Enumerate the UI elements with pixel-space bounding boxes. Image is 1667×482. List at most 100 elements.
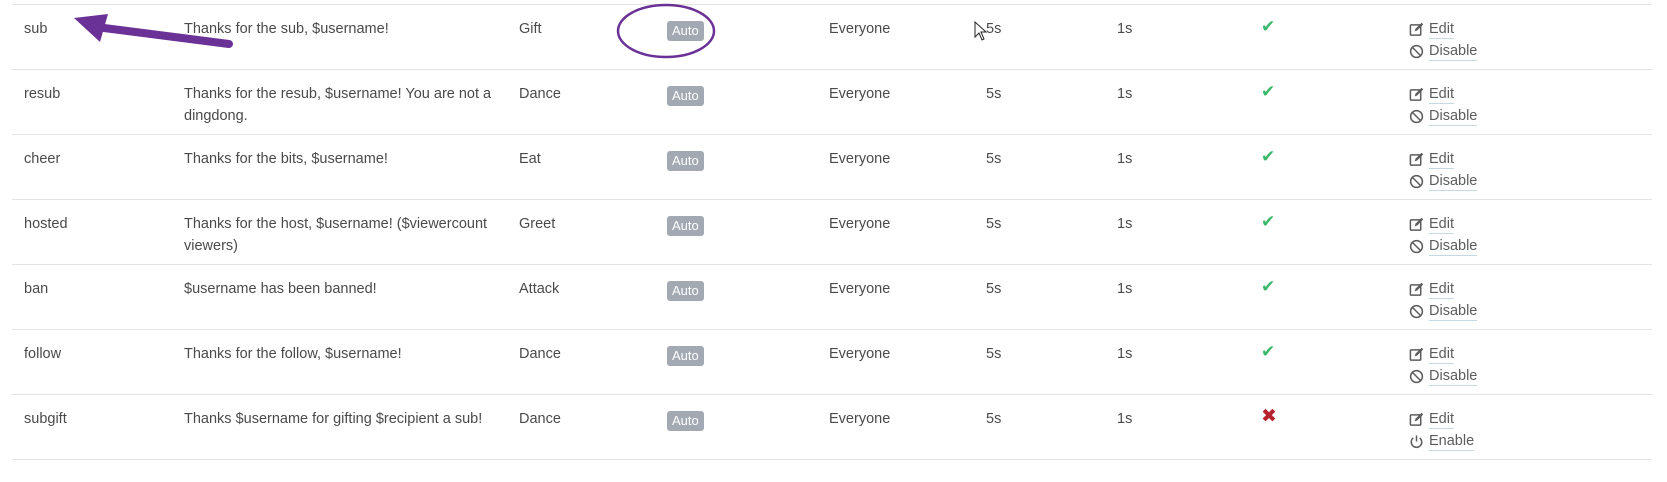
edit-button[interactable]: Edit	[1409, 343, 1477, 365]
duration-value: 5s	[986, 86, 1002, 102]
alert-message: Thanks for the sub, $username!	[184, 21, 389, 37]
animation-name: Attack	[519, 281, 560, 297]
duration-value: 5s	[986, 346, 1002, 362]
auto-badge: Auto	[667, 85, 704, 107]
toggle-label: Disable	[1429, 367, 1478, 386]
ban-icon	[1409, 304, 1429, 319]
event-name: hosted	[24, 216, 68, 232]
cooldown-value: 1s	[1117, 86, 1133, 102]
duration-value: 5s	[986, 21, 1002, 37]
disable-button[interactable]: Disable	[1409, 235, 1478, 257]
disable-button[interactable]: Disable	[1409, 365, 1478, 387]
ban-icon	[1409, 239, 1429, 254]
row-actions: Edit Disable	[1409, 278, 1478, 322]
animation-name: Greet	[519, 216, 556, 232]
animation-name: Dance	[519, 346, 561, 362]
badge-label: Auto	[667, 86, 704, 106]
badge-label: Auto	[667, 21, 704, 41]
auto-badge: Auto	[667, 215, 704, 237]
animation-name: Gift	[519, 21, 542, 37]
alert-message: Thanks for the bits, $username!	[184, 151, 388, 167]
edit-icon	[1409, 412, 1429, 427]
close-icon: ✖	[1261, 406, 1277, 427]
permission-level: Everyone	[829, 151, 891, 167]
auto-badge: Auto	[667, 345, 704, 367]
status-indicator: ✔	[1261, 81, 1275, 104]
row-actions: Edit Disable	[1409, 148, 1478, 192]
badge-label: Auto	[667, 216, 704, 236]
alert-message: Thanks for the follow, $username!	[184, 346, 402, 362]
edit-button[interactable]: Edit	[1409, 18, 1477, 40]
status-indicator: ✔	[1261, 341, 1275, 364]
toggle-label: Disable	[1429, 107, 1478, 126]
permission-level: Everyone	[829, 346, 891, 362]
toggle-label: Disable	[1429, 42, 1478, 61]
auto-badge: Auto	[667, 20, 704, 42]
permission-level: Everyone	[829, 411, 891, 427]
alerts-table: sub Thanks for the sub, $username! Gift Aut…	[12, 4, 1652, 460]
check-icon: ✔	[1261, 82, 1276, 101]
power-icon	[1409, 434, 1429, 449]
row-actions: Edit Disable	[1409, 343, 1478, 387]
cooldown-value: 1s	[1117, 411, 1133, 427]
animation-name: Dance	[519, 86, 561, 102]
permission-level: Everyone	[829, 216, 891, 232]
status-indicator: ✔	[1261, 146, 1275, 169]
ban-icon	[1409, 369, 1429, 384]
cooldown-value: 1s	[1117, 21, 1133, 37]
table-row: subgift Thanks $username for gifting $rec…	[12, 395, 1652, 460]
edit-label: Edit	[1429, 85, 1454, 104]
edit-label: Edit	[1429, 345, 1454, 364]
enable-button[interactable]: Enable	[1409, 430, 1475, 452]
edit-icon	[1409, 87, 1429, 102]
permission-level: Everyone	[829, 21, 891, 37]
row-actions: Edit Disable	[1409, 83, 1478, 127]
row-actions: Edit Disable	[1409, 18, 1478, 62]
toggle-label: Enable	[1429, 432, 1475, 451]
status-indicator: ✔	[1261, 211, 1275, 234]
table-row: hosted Thanks for the host, $username! ($…	[12, 200, 1652, 265]
duration-value: 5s	[986, 216, 1002, 232]
edit-label: Edit	[1429, 410, 1454, 429]
event-name: cheer	[24, 151, 61, 167]
duration-value: 5s	[986, 151, 1002, 167]
badge-label: Auto	[667, 411, 704, 431]
alert-message: $username has been banned!	[184, 281, 377, 297]
check-icon: ✔	[1261, 147, 1276, 166]
status-indicator: ✔	[1261, 16, 1275, 39]
table-row: resub Thanks for the resub, $username! Yo…	[12, 70, 1652, 135]
row-actions: Edit Disable	[1409, 213, 1478, 257]
duration-value: 5s	[986, 281, 1002, 297]
edit-button[interactable]: Edit	[1409, 408, 1474, 430]
edit-button[interactable]: Edit	[1409, 83, 1477, 105]
table-row: ban $username has been banned! Attack Auto E…	[12, 265, 1652, 330]
edit-button[interactable]: Edit	[1409, 213, 1477, 235]
edit-icon	[1409, 217, 1429, 232]
edit-button[interactable]: Edit	[1409, 148, 1477, 170]
animation-name: Eat	[519, 151, 541, 167]
toggle-label: Disable	[1429, 172, 1478, 191]
edit-icon	[1409, 282, 1429, 297]
event-name: ban	[24, 281, 49, 297]
edit-label: Edit	[1429, 150, 1454, 169]
cooldown-value: 1s	[1117, 346, 1133, 362]
check-icon: ✔	[1261, 17, 1276, 36]
ban-icon	[1409, 44, 1429, 59]
edit-icon	[1409, 22, 1429, 37]
event-name: resub	[24, 86, 61, 102]
disable-button[interactable]: Disable	[1409, 105, 1478, 127]
row-actions: Edit Enable	[1409, 408, 1475, 452]
badge-label: Auto	[667, 346, 704, 366]
event-name: sub	[24, 21, 48, 37]
ban-icon	[1409, 109, 1429, 124]
disable-button[interactable]: Disable	[1409, 300, 1478, 322]
disable-button[interactable]: Disable	[1409, 170, 1478, 192]
disable-button[interactable]: Disable	[1409, 40, 1478, 62]
edit-button[interactable]: Edit	[1409, 278, 1477, 300]
edit-label: Edit	[1429, 20, 1454, 39]
status-indicator: ✖	[1261, 406, 1277, 429]
alerts-page: sub Thanks for the sub, $username! Gift Aut…	[0, 0, 1667, 482]
check-icon: ✔	[1261, 212, 1276, 231]
cooldown-value: 1s	[1117, 151, 1133, 167]
edit-label: Edit	[1429, 215, 1454, 234]
